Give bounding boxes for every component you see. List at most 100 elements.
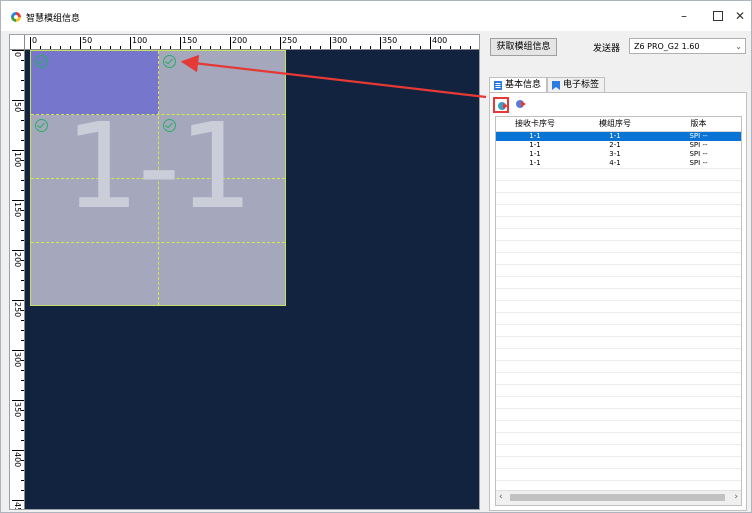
ruler-label: 200 [232, 36, 248, 45]
ruler-tick [410, 46, 411, 49]
table-row-divider [496, 192, 741, 193]
write-info-tool-button[interactable] [513, 97, 529, 113]
module-divider-horizontal [31, 242, 285, 243]
scrollbar-thumb[interactable] [510, 494, 725, 501]
close-button[interactable]: ✕ [725, 7, 752, 25]
ruler-label: 200 [13, 252, 22, 268]
tab-electronic-label[interactable]: 电子标签 [547, 77, 605, 92]
ruler-label: 50 [82, 36, 93, 45]
document-icon [494, 81, 502, 90]
module-canvas[interactable]: 0 50 100 150 200 250 300 350 400 0 50 100 150 200 250… [9, 34, 480, 510]
ruler-tick [21, 480, 24, 481]
column-header[interactable]: 接收卡序号 [496, 117, 574, 131]
tab-basic-info[interactable]: 基本信息 [489, 77, 547, 92]
ruler-tick [300, 46, 301, 49]
ruler-label: 300 [13, 352, 22, 368]
ruler-tick [400, 46, 401, 49]
table-row-divider [496, 444, 741, 445]
table-row-divider [496, 420, 741, 421]
table-row[interactable]: 1-1 4-1 SPI -- [496, 159, 741, 168]
chevron-down-icon: ⌄ [735, 42, 742, 51]
app-logo-icon [11, 12, 21, 22]
scroll-right-icon[interactable]: › [734, 492, 738, 502]
table-row[interactable]: 1-1 2-1 SPI -- [496, 141, 741, 150]
ruler-tick [21, 270, 24, 271]
ruler-tick [280, 37, 281, 49]
ruler-tick [230, 37, 231, 49]
ruler-tick [21, 390, 24, 391]
ruler-tick [12, 250, 24, 251]
cell-card: 1-1 [529, 132, 541, 140]
column-header[interactable]: 模组序号 [574, 117, 656, 131]
tab-basic-info-label: 基本信息 [505, 80, 542, 90]
ruler-tick [70, 46, 71, 49]
table-row-divider [496, 408, 741, 409]
ruler-tick [80, 37, 81, 49]
ruler-label: 0 [13, 52, 22, 58]
info-panel: 获取模组信息 发送器 Z6 PRO_G2 1.60 ⌄ 基本信息 电子标签 接收… [487, 35, 749, 511]
ruler-label: 150 [13, 202, 22, 218]
ruler-tick [90, 46, 91, 49]
maximize-icon [713, 11, 723, 21]
ruler-label: 150 [182, 36, 198, 45]
module-info-table[interactable]: 接收卡序号 模组序号 版本 1-1 1-1 SPI -- 1-1 2-1 SPI… [495, 116, 742, 506]
ruler-tick [320, 46, 321, 49]
ruler-tick [150, 46, 151, 49]
ruler-tick [21, 180, 24, 181]
ruler-tick [340, 46, 341, 49]
table-row-divider [496, 324, 741, 325]
get-module-info-button[interactable]: 获取模组信息 [490, 38, 557, 56]
table-row-divider [496, 204, 741, 205]
ruler-label: 45 [13, 502, 22, 510]
horizontal-scrollbar[interactable]: ‹ › [496, 490, 741, 505]
column-header[interactable]: 版本 [656, 117, 741, 131]
table-row-divider [496, 336, 741, 337]
status-ok-icon [35, 55, 48, 68]
table-row[interactable]: 1-1 3-1 SPI -- [496, 150, 741, 159]
cell-module: 3-1 [609, 150, 621, 158]
ruler-tick [260, 46, 261, 49]
receiver-card-label: 1-1 [64, 97, 254, 235]
ruler-tick [12, 500, 24, 501]
ruler-tick [250, 46, 251, 49]
read-info-tool-button[interactable] [493, 97, 509, 113]
ruler-label: 400 [432, 36, 448, 45]
cell-card: 1-1 [529, 159, 541, 167]
sender-select[interactable]: Z6 PRO_G2 1.60 ⌄ [629, 38, 746, 54]
ruler-tick [21, 120, 24, 121]
ruler-tick [310, 46, 311, 49]
module-cabinet[interactable]: 1-1 [30, 50, 286, 306]
table-row-divider [496, 480, 741, 481]
ruler-tick [12, 200, 24, 201]
table-row-divider [496, 312, 741, 313]
ruler-tick [210, 46, 211, 49]
ruler-tick [120, 46, 121, 49]
table-row-divider [496, 384, 741, 385]
ruler-tick [21, 90, 24, 91]
minimize-button[interactable]: – [669, 7, 699, 25]
table-row-divider [496, 348, 741, 349]
ruler-tick [60, 46, 61, 49]
ruler-tick [21, 170, 24, 171]
ruler-horizontal: 0 50 100 150 200 250 300 350 400 [10, 35, 479, 50]
ruler-tick [12, 50, 24, 51]
table-row-divider [496, 456, 741, 457]
status-ok-icon [35, 119, 48, 132]
ruler-tick [100, 46, 101, 49]
ruler-tick [50, 46, 51, 49]
ruler-tick [370, 46, 371, 49]
table-row-divider [496, 300, 741, 301]
ruler-tick [21, 220, 24, 221]
ruler-tick [21, 470, 24, 471]
scroll-left-icon[interactable]: ‹ [499, 492, 503, 502]
ruler-tick [21, 80, 24, 81]
ruler-tick [390, 46, 391, 49]
main-window: 智慧模组信息 – ✕ 0 50 100 150 200 250 300 350 400 0 50 1… [0, 0, 752, 513]
ruler-tick [21, 490, 24, 491]
ruler-tick [240, 46, 241, 49]
table-row[interactable]: 1-1 1-1 SPI -- [496, 132, 741, 141]
table-row-divider [496, 264, 741, 265]
table-row-divider [496, 180, 741, 181]
tab-electronic-label-text: 电子标签 [563, 80, 600, 90]
ruler-tick [160, 46, 161, 49]
